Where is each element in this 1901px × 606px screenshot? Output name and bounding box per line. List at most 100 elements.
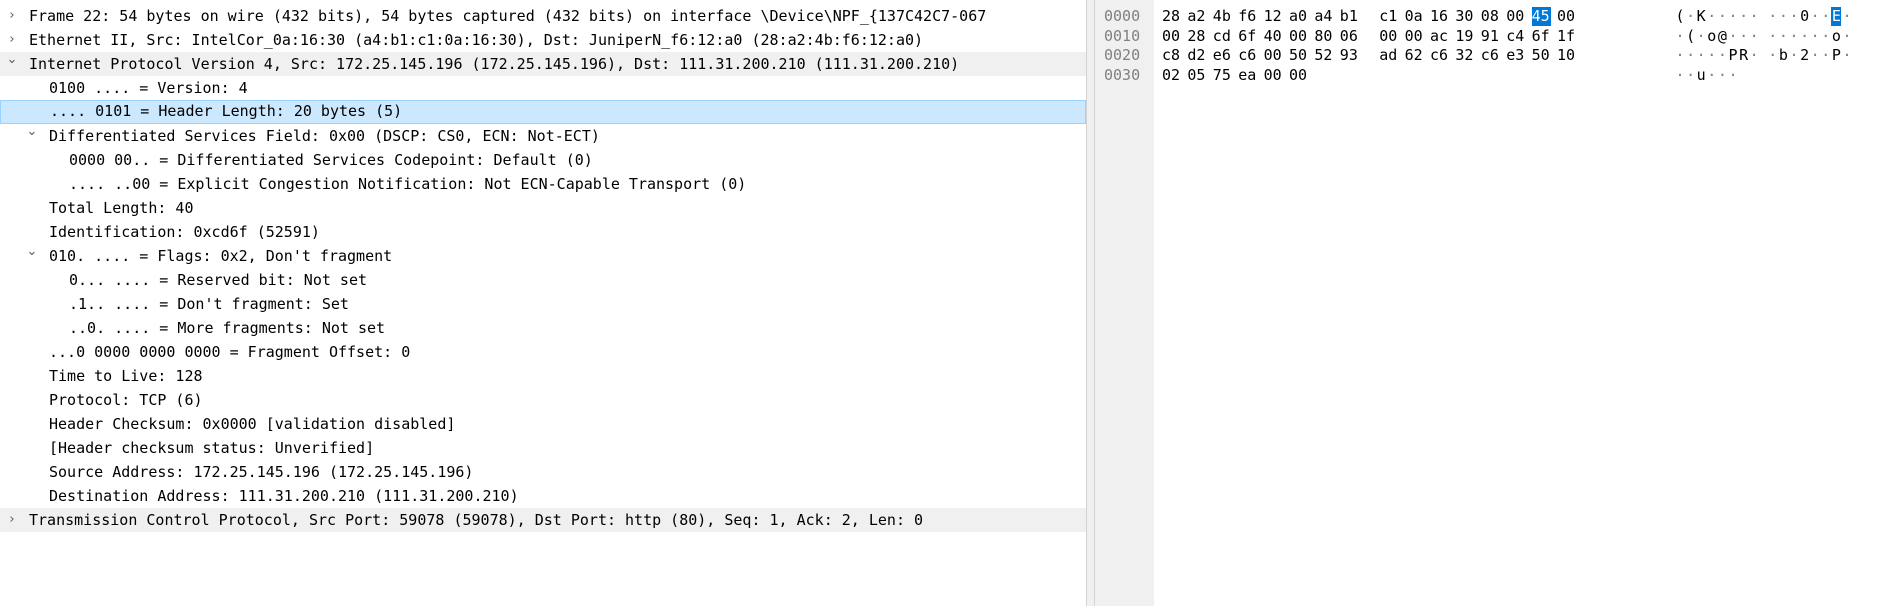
hex-byte[interactable]: a0 [1289,7,1308,26]
ascii-char[interactable]: · [1686,46,1696,65]
ascii-char[interactable]: · [1675,27,1685,46]
hex-byte[interactable]: 10 [1557,46,1576,65]
ascii-char[interactable]: · [1800,27,1810,46]
hex-byte[interactable]: 00 [1264,66,1283,85]
chevron-right-icon[interactable]: › [5,28,19,52]
hex-byte[interactable]: b1 [1340,7,1359,26]
ascii-char[interactable]: · [1707,46,1717,65]
hex-byte[interactable]: 0a [1405,7,1424,26]
tree-field-row[interactable]: ..0. .... = More fragments: Not set [0,316,1086,340]
hex-byte[interactable]: 00 [1162,27,1181,46]
tree-field-row[interactable]: ⌄ Differentiated Services Field: 0x00 (DS… [0,124,1086,148]
ascii-char[interactable]: · [1789,46,1799,65]
hex-byte[interactable]: 00 [1405,27,1424,46]
hex-byte[interactable]: c8 [1162,46,1181,65]
hex-byte[interactable]: 00 [1264,46,1283,65]
ascii-char[interactable]: · [1842,7,1852,26]
hex-byte[interactable]: f6 [1238,7,1257,26]
hex-byte[interactable]: 80 [1314,27,1333,46]
ascii-char[interactable]: · [1686,7,1696,26]
ascii-char[interactable]: u [1696,66,1706,85]
hex-byte[interactable]: 6f [1238,27,1257,46]
ascii-char[interactable]: · [1749,7,1759,26]
chevron-right-icon[interactable]: › [5,508,19,532]
ascii-char[interactable]: · [1749,46,1759,65]
ascii-char[interactable]: · [1675,46,1685,65]
tree-field-row[interactable]: [Header checksum status: Unverified] [0,436,1086,460]
hex-byte[interactable]: e3 [1506,46,1525,65]
ascii-char[interactable]: o [1707,27,1717,46]
packet-details-tree[interactable]: › Frame 22: 54 bytes on wire (432 bits), … [0,0,1086,606]
tree-field-row[interactable]: 0... .... = Reserved bit: Not set [0,268,1086,292]
hex-byte[interactable]: cd [1213,27,1232,46]
ascii-char[interactable]: · [1696,27,1706,46]
ascii-char[interactable]: · [1717,7,1727,26]
ascii-char[interactable]: · [1810,7,1820,26]
ascii-char[interactable]: P [1831,46,1841,65]
ascii-char[interactable]: · [1821,46,1831,65]
hex-byte[interactable]: 28 [1162,7,1181,26]
hex-byte[interactable]: d2 [1187,46,1206,65]
hex-byte[interactable]: 91 [1481,27,1500,46]
hex-byte[interactable]: 00 [1506,7,1525,26]
ascii-char[interactable]: K [1696,7,1706,26]
tree-field-row[interactable]: ⌄ 010. .... = Flags: 0x2, Don't fragment [0,244,1086,268]
tree-field-row[interactable]: ...0 0000 0000 0000 = Fragment Offset: 0 [0,340,1086,364]
ascii-char[interactable]: E [1831,7,1842,26]
ascii-char[interactable]: · [1707,7,1717,26]
hex-byte[interactable]: 45 [1531,7,1551,26]
tree-field-row[interactable]: Total Length: 40 [0,196,1086,220]
hex-byte[interactable]: 00 [1289,66,1308,85]
ascii-char[interactable]: · [1842,46,1852,65]
ascii-char[interactable]: ( [1675,7,1685,26]
hex-byte[interactable]: a4 [1314,7,1333,26]
hex-byte[interactable]: 50 [1289,46,1308,65]
hex-byte[interactable]: 6f [1532,27,1551,46]
ascii-char[interactable]: · [1717,46,1727,65]
ascii-char[interactable]: · [1821,27,1831,46]
ascii-char[interactable]: · [1749,27,1759,46]
hex-byte[interactable]: 16 [1430,7,1449,26]
hex-byte[interactable]: 40 [1264,27,1283,46]
packet-bytes-pane[interactable]: 0000 28 a2 4b f6 12 a0 a4 b1 c1 0a 16 30 08 00 45 00(· K ·… [1095,0,1901,606]
ascii-char[interactable]: · [1675,66,1685,85]
ascii-char[interactable]: · [1789,27,1799,46]
tree-field-row[interactable]: Time to Live: 128 [0,364,1086,388]
ascii-char[interactable]: · [1739,7,1749,26]
hex-byte[interactable]: ac [1430,27,1449,46]
ascii-char[interactable]: · [1686,66,1696,85]
hex-byte[interactable]: c1 [1379,7,1398,26]
hex-byte[interactable]: ad [1379,46,1398,65]
hex-byte[interactable]: 12 [1264,7,1283,26]
hex-byte[interactable]: 62 [1405,46,1424,65]
ascii-char[interactable]: P [1728,46,1738,65]
tree-field-row[interactable]: .... 0101 = Header Length: 20 bytes (5) [0,100,1086,124]
ascii-char[interactable]: 0 [1800,7,1810,26]
ascii-char[interactable]: · [1717,66,1727,85]
ascii-char[interactable]: · [1768,27,1778,46]
chevron-down-icon[interactable]: ⌄ [5,52,19,76]
tree-protocol-row[interactable]: › Transmission Control Protocol, Src Port… [0,508,1086,532]
hex-byte[interactable]: 08 [1481,7,1500,26]
tree-field-row[interactable]: Protocol: TCP (6) [0,388,1086,412]
hex-byte[interactable]: e6 [1213,46,1232,65]
ascii-char[interactable]: · [1821,7,1831,26]
pane-splitter[interactable] [1086,0,1095,606]
hex-byte[interactable]: a2 [1187,7,1206,26]
tree-field-row[interactable]: .1.. .... = Don't fragment: Set [0,292,1086,316]
ascii-char[interactable]: · [1768,7,1778,26]
tree-protocol-row[interactable]: ⌄ Internet Protocol Version 4, Src: 172.2… [0,52,1086,76]
hex-byte[interactable]: 06 [1340,27,1359,46]
ascii-char[interactable]: · [1768,46,1778,65]
ascii-char[interactable]: · [1728,27,1738,46]
ascii-char[interactable]: · [1842,27,1852,46]
hex-byte[interactable]: 28 [1187,27,1206,46]
ascii-char[interactable]: · [1778,27,1788,46]
hex-byte[interactable]: 00 [1557,7,1576,26]
ascii-char[interactable]: @ [1717,27,1727,46]
tree-protocol-row[interactable]: › Frame 22: 54 bytes on wire (432 bits), … [0,4,1086,28]
ascii-char[interactable]: · [1810,46,1820,65]
ascii-char[interactable]: · [1789,7,1799,26]
hex-byte[interactable]: 50 [1532,46,1551,65]
hex-byte[interactable]: 00 [1289,27,1308,46]
